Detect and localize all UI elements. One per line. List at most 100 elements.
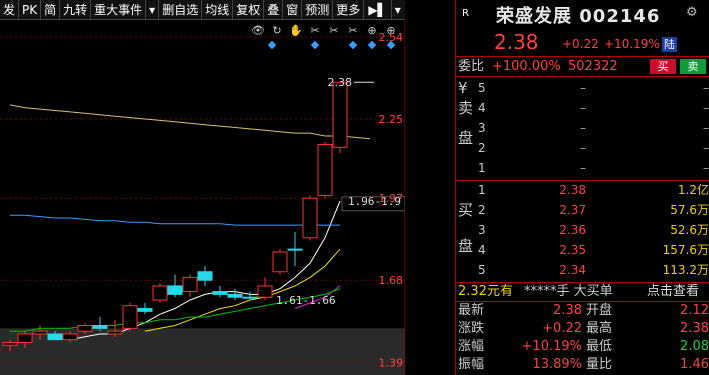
toolbar-item-2[interactable]: 简 — [41, 0, 61, 19]
chart-toolbar: 发 PK 简九转 重大事件 ▾ 删自选 均线 复权叠窗预测 更多 ▶▌ ▾ — [0, 0, 405, 20]
candle-body — [257, 285, 273, 298]
candle-body — [122, 305, 138, 329]
toolbar-item-7[interactable]: 均线 — [202, 0, 234, 19]
view-details-link[interactable]: 点击查看 — [647, 283, 699, 301]
sell-book: ¥ 卖盘 5– –4– –3– –2– –1– – — [456, 77, 709, 180]
settings-gear-icon[interactable]: ⚙ — [686, 5, 698, 20]
level: 2 — [478, 141, 486, 155]
stat-value: +10.19% — [521, 339, 582, 354]
level: 5 — [478, 81, 486, 95]
board-tag: 陆 — [662, 37, 677, 52]
history-icon[interactable]: ↻ — [272, 24, 281, 37]
ratio-pct: +100.00% — [492, 59, 561, 74]
candle-body — [302, 197, 318, 239]
high-label: 2.38 — [328, 76, 353, 89]
sell-volume: – — [703, 101, 709, 115]
stats-row: 涨跌 +0.22 最高 2.38 — [456, 320, 709, 338]
buy-row[interactable]: 2 2.37 57.6万 — [456, 201, 709, 219]
toolbar-item-0[interactable]: 发 — [0, 0, 20, 19]
buy-row[interactable]: 1 2.38 1.2亿 — [456, 181, 709, 199]
candle-body — [272, 251, 288, 273]
price-change: +0.22 — [562, 37, 599, 51]
stats-row: 振幅 13.89% 量比 1.46 — [456, 356, 709, 374]
big-order-price: 2.32元有 — [458, 284, 513, 299]
buy-volume: 52.6万 — [670, 223, 709, 237]
stat-label: 涨幅 — [458, 339, 485, 354]
toolbar-item-4[interactable]: 重大事件 — [91, 0, 147, 19]
r-badge: R — [462, 8, 469, 19]
sell-price: – — [580, 101, 586, 115]
toolbar-item-13[interactable]: ▶▌ — [364, 0, 392, 19]
kline-chart[interactable]: 👁 ↻ ✋ ✂ ✂ ✂ ⊕ ⊕ 2.54 2.25 1.97 1.68 1.39 2.38 1.96-1.9… — [0, 20, 405, 375]
candle-body — [212, 291, 228, 295]
toolbar-item-1[interactable]: PK — [19, 0, 42, 19]
candle-body — [2, 341, 18, 346]
sell-volume: – — [703, 121, 709, 135]
stat-label: 涨跌 — [458, 321, 485, 336]
stat-value: 2.12 — [680, 303, 709, 318]
buy-volume: 157.6万 — [662, 243, 709, 257]
scissors-icon[interactable]: ✂ — [329, 24, 338, 37]
stat-value: +0.22 — [542, 321, 582, 336]
y-tick-label: 1.68 — [379, 274, 404, 287]
sell-volume: – — [703, 81, 709, 95]
buy-price: 2.35 — [559, 243, 586, 257]
buy-button[interactable]: 买 — [650, 59, 676, 74]
candle-body — [47, 333, 63, 341]
ma-line — [9, 104, 371, 140]
candle-body — [332, 81, 348, 148]
sell-price: – — [580, 81, 586, 95]
candle-body — [317, 143, 333, 196]
sell-button[interactable]: 卖 — [680, 59, 706, 74]
y-tick-label: 2.54 — [379, 31, 404, 44]
buy-volume: 113.2万 — [662, 263, 709, 277]
toolbar-item-14[interactable]: ▾ — [392, 0, 404, 19]
buy-book: 买盘 1 2.38 1.2亿 2 2.37 57.6万 3 2.36 52.6万 4 2.35 157.… — [456, 181, 709, 281]
kline-svg[interactable]: 👁 ↻ ✋ ✂ ✂ ✂ ⊕ ⊕2.542.251.971.681.392.381.96-1.9… — [0, 20, 405, 375]
toolbar-item-8[interactable]: 复权 — [233, 0, 265, 19]
stat-value: 13.89% — [532, 357, 582, 372]
stat-value: 2.38 — [553, 303, 582, 318]
toolbar-item-10[interactable]: 窗 — [283, 0, 303, 19]
candle-body — [287, 248, 303, 251]
price-change-pct: +10.19% — [604, 37, 660, 51]
level: 4 — [478, 101, 486, 115]
toolbar-item-3[interactable]: 九转 — [60, 0, 92, 19]
sell-row[interactable]: 2 – – — [456, 139, 709, 157]
y-tick-label: 2.25 — [379, 113, 404, 126]
stat-label: 最高 — [586, 321, 613, 336]
sell-row[interactable]: 3 – – — [456, 119, 709, 137]
stock-code: 002146 — [579, 6, 661, 27]
range-bottom-label: 1.61-1.66 — [276, 294, 336, 307]
buy-row[interactable]: 3 2.36 52.6万 — [456, 221, 709, 239]
marker-icon — [367, 40, 377, 50]
stat-label: 振幅 — [458, 357, 485, 372]
hand-icon[interactable]: ✋ — [289, 24, 303, 37]
stat-label: 最新 — [458, 303, 485, 318]
toolbar-item-11[interactable]: 预测 — [302, 0, 334, 19]
scissors-icon[interactable]: ✂ — [348, 24, 357, 37]
buy-row[interactable]: 5 2.34 113.2万 — [456, 261, 709, 279]
toolbar-item-9[interactable]: 叠 — [264, 0, 284, 19]
candle-body — [242, 296, 258, 299]
buy-price: 2.34 — [559, 263, 586, 277]
candle-body — [137, 308, 153, 312]
toolbar-item-6[interactable]: 删自选 — [159, 0, 203, 19]
scissors-icon[interactable]: ✂ — [310, 24, 319, 37]
eye-icon[interactable]: 👁 — [251, 24, 265, 37]
buy-row[interactable]: 4 2.35 157.6万 — [456, 241, 709, 259]
sell-row[interactable]: 4 – – — [456, 99, 709, 117]
y-tick-label: 1.39 — [379, 356, 404, 369]
stats-row: 最新 2.38 开盘 2.12 — [456, 302, 709, 320]
zoom-in-icon[interactable]: ⊕ — [367, 24, 376, 37]
big-order-bar[interactable]: 2.32元有 *****手 大买单 点击查看 — [456, 282, 709, 302]
toolbar-item-12[interactable]: 更多 — [333, 0, 365, 19]
current-price: 2.38 — [494, 30, 539, 54]
level: 1 — [478, 161, 486, 175]
stats-row: 涨幅 +10.19% 最低 2.08 — [456, 338, 709, 356]
sell-row[interactable]: 1 – – — [456, 159, 709, 177]
sell-row[interactable]: 5 – – — [456, 79, 709, 97]
candle-body — [62, 333, 78, 341]
toolbar-item-5[interactable]: ▾ — [146, 0, 160, 19]
level: 2 — [478, 203, 486, 217]
